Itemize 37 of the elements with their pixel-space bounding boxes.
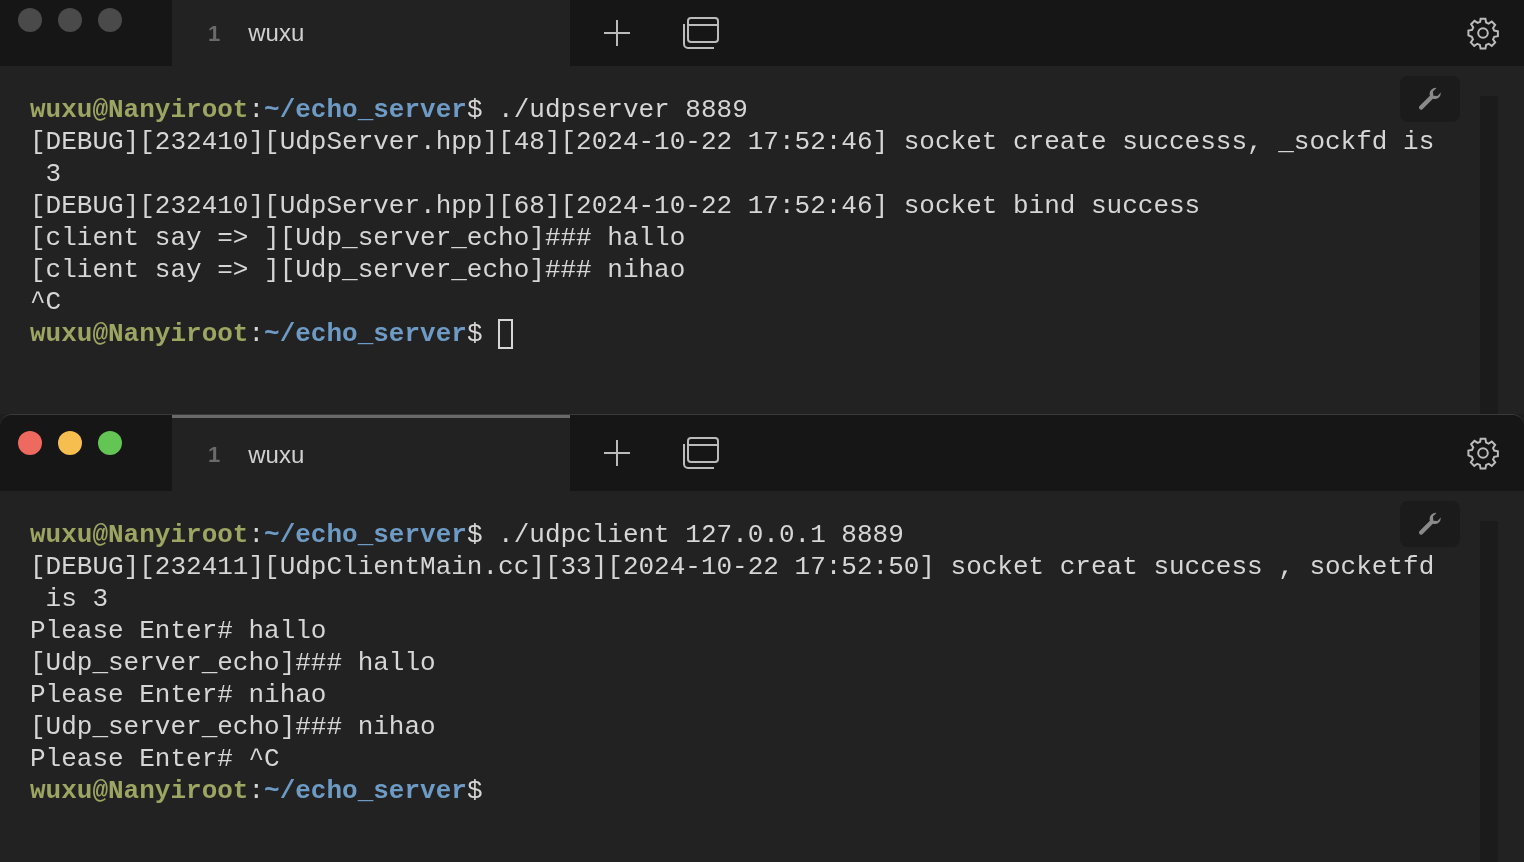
- terminal-line: Please Enter# nihao: [30, 679, 327, 711]
- terminal-line: [Udp_server_echo]### nihao: [30, 711, 436, 743]
- terminal-line: is 3: [44, 583, 108, 615]
- terminal-line: [Udp_server_echo]### hallo: [30, 647, 436, 679]
- terminal-line: 3: [44, 158, 62, 190]
- terminal-line: [DEBUG][232410][UdpServer.hpp][68][2024-10-22 17:52:46] socket bind success: [30, 190, 1201, 222]
- terminal-tab[interactable]: 1 wuxu: [172, 415, 570, 491]
- tab-number: 1: [208, 19, 221, 48]
- terminal-line: [DEBUG][232410][UdpServer.hpp][48][2024-10-22 17:52:46] socket create successs, _sockfd is: [30, 126, 1435, 158]
- terminal-line: wuxu@Nanyiroot:~/echo_server$: [30, 318, 484, 350]
- tab-number: 1: [208, 441, 221, 469]
- wrench-icon: [1417, 86, 1443, 112]
- tab-title: wuxu: [248, 18, 305, 48]
- settings-icon[interactable]: [1466, 16, 1500, 50]
- tab-title: wuxu: [248, 439, 305, 470]
- zoom-button[interactable]: [98, 431, 122, 455]
- settings-icon[interactable]: [1466, 436, 1500, 470]
- terminal-line: [client say => ][Udp_server_echo]### hallo: [30, 222, 686, 254]
- terminal-tab[interactable]: 1 wuxu: [172, 0, 570, 66]
- plus-icon[interactable]: [602, 18, 632, 48]
- close-button[interactable]: [18, 431, 42, 455]
- minimize-button[interactable]: [58, 431, 82, 455]
- window-stack-icon[interactable]: [682, 436, 720, 470]
- terminal-line: wuxu@Nanyiroot:~/echo_server$ ./udpserver 8889: [30, 94, 748, 126]
- terminal-line: Please Enter# hallo: [30, 615, 327, 647]
- plus-icon[interactable]: [602, 438, 632, 468]
- terminal-line: ^C: [30, 286, 62, 318]
- wrench-button[interactable]: [1400, 76, 1460, 122]
- window-stack-icon[interactable]: [682, 16, 720, 50]
- text-cursor: [498, 319, 514, 349]
- terminal-line: [client say => ][Udp_server_echo]### nihao: [30, 254, 686, 286]
- wrench-icon: [1417, 511, 1443, 537]
- terminal-line: Please Enter# ^C: [30, 743, 280, 775]
- wrench-button[interactable]: [1400, 501, 1460, 547]
- terminal-line: [DEBUG][232411][UdpClientMain.cc][33][2024-10-22 17:52:50] socket creat success , socketfd: [30, 551, 1435, 583]
- terminal-line: wuxu@Nanyiroot:~/echo_server$: [30, 775, 483, 807]
- terminal-line: wuxu@Nanyiroot:~/echo_server$ ./udpclient 127.0.0.1 8889: [30, 519, 904, 551]
